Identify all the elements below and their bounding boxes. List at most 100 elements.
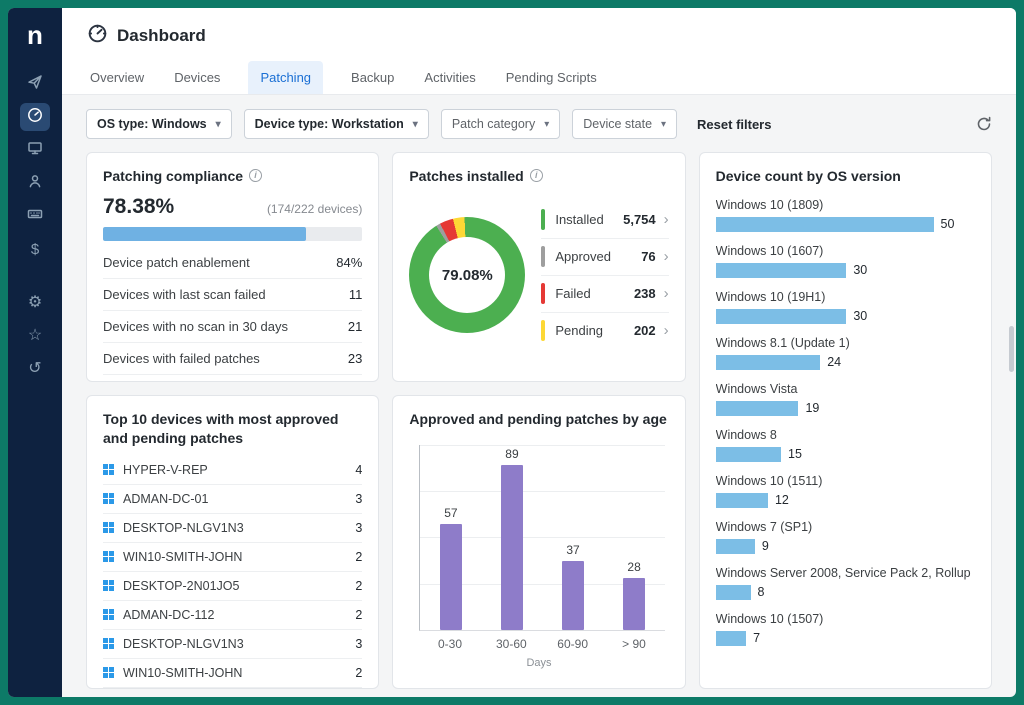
device-row[interactable]: ADMAN-DC-112 2: [103, 601, 362, 630]
os-bar-item[interactable]: Windows 8 15: [716, 428, 975, 462]
vertical-scrollbar[interactable]: [1009, 326, 1014, 372]
os-bar-item[interactable]: Windows 10 (1507) 7: [716, 612, 975, 646]
legend-color-mark: [541, 283, 545, 304]
os-bar-label: Windows 8.1 (Update 1): [716, 336, 975, 350]
legend-label: Installed: [555, 212, 603, 227]
os-bar-value: 24: [827, 355, 841, 369]
card-patching-compliance: Patching compliance i 78.38% (174/222 de…: [86, 152, 379, 382]
card-patches-by-age: Approved and pending patches by age 57: [392, 395, 685, 689]
card-os-version-count: Device count by OS version Windows 10 (1…: [699, 152, 992, 689]
os-bar-label: Windows 7 (SP1): [716, 520, 975, 534]
reset-filters-button[interactable]: Reset filters: [697, 117, 771, 132]
bar-value-label: 37: [566, 543, 579, 557]
os-bar-label: Windows 10 (1511): [716, 474, 975, 488]
windows-logo-icon: [103, 464, 114, 475]
legend-label: Failed: [555, 286, 590, 301]
os-bar: [716, 401, 799, 416]
sidebar-item-dashboard[interactable]: [20, 103, 50, 131]
device-row[interactable]: DESKTOP-2N01JO5 2: [103, 572, 362, 601]
os-bar-label: Windows 10 (19H1): [716, 290, 975, 304]
legend-label: Pending: [555, 323, 603, 338]
tab-overview[interactable]: Overview: [88, 61, 146, 94]
sidebar-item-favorites[interactable]: ☆: [20, 321, 50, 349]
os-bar-item[interactable]: Windows 10 (1607) 30: [716, 244, 975, 278]
filter-os-type[interactable]: OS type: Windows ▾: [86, 109, 232, 139]
card-title: Approved and pending patches by age: [409, 410, 666, 429]
device-row[interactable]: DESKTOP-NLGV1N3 3: [103, 514, 362, 543]
tab-activities[interactable]: Activities: [422, 61, 477, 94]
os-bar-item[interactable]: Windows 7 (SP1) 9: [716, 520, 975, 554]
device-patch-count: 2: [355, 608, 362, 622]
sidebar-item-settings[interactable]: ⚙: [20, 288, 50, 316]
stat-value: 84%: [336, 255, 362, 270]
sidebar-item-billing[interactable]: $: [20, 235, 50, 263]
device-name: ADMAN-DC-112: [123, 608, 214, 622]
tab-patching[interactable]: Patching: [248, 61, 323, 94]
page-header: Dashboard Overview Devices Patching Back…: [62, 8, 1016, 95]
compliance-percent: 78.38%: [103, 195, 174, 219]
os-bar-chart: Windows 10 (1809) 50 Windows 10 (1607) 3…: [716, 198, 975, 646]
patches-donut: 79.08%: [409, 217, 525, 333]
os-bar: [716, 447, 781, 462]
info-icon[interactable]: i: [530, 169, 543, 182]
os-bar-item[interactable]: Windows 10 (1809) 50: [716, 198, 975, 232]
legend-row-approved[interactable]: Approved 76 ›: [541, 239, 668, 276]
info-icon[interactable]: i: [249, 169, 262, 182]
legend-row-installed[interactable]: Installed 5,754 ›: [541, 202, 668, 239]
brand-logo[interactable]: n: [27, 22, 43, 48]
sidebar-item-devices[interactable]: [20, 136, 50, 164]
filter-device-state[interactable]: Device state ▾: [572, 109, 677, 139]
os-bar-item[interactable]: Windows 10 (1511) 12: [716, 474, 975, 508]
card-title: Top 10 devices with most approved and pe…: [103, 410, 362, 448]
tab-devices[interactable]: Devices: [172, 61, 222, 94]
dashboard-grid: Patching compliance i 78.38% (174/222 de…: [62, 152, 1016, 697]
os-bar-item[interactable]: Windows Server 2008, Service Pack 2, Rol…: [716, 566, 975, 600]
filter-device-type[interactable]: Device type: Workstation ▾: [244, 109, 429, 139]
os-bar-label: Windows 10 (1607): [716, 244, 975, 258]
device-row[interactable]: HYPER-V-REP 4: [103, 456, 362, 485]
windows-logo-icon: [103, 522, 114, 533]
os-bar-label: Windows Server 2008, Service Pack 2, Rol…: [716, 566, 975, 580]
dashboard-gauge-icon: [88, 24, 107, 48]
filter-patch-category[interactable]: Patch category ▾: [441, 109, 560, 139]
legend-row-pending[interactable]: Pending 202 ›: [541, 313, 668, 349]
tab-pending-scripts[interactable]: Pending Scripts: [504, 61, 599, 94]
x-tick-label: > 90: [603, 637, 664, 651]
chevron-right-icon: ›: [664, 212, 669, 227]
os-bar-item[interactable]: Windows 8.1 (Update 1) 24: [716, 336, 975, 370]
windows-logo-icon: [103, 493, 114, 504]
device-row[interactable]: ADMAN-DC-01 3: [103, 485, 362, 514]
card-title: Patching compliance: [103, 167, 243, 186]
windows-logo-icon: [103, 638, 114, 649]
os-bar-value: 50: [941, 217, 955, 231]
bar-value-label: 57: [444, 506, 457, 520]
legend-row-failed[interactable]: Failed 238 ›: [541, 276, 668, 313]
chevron-down-icon: ▾: [661, 119, 666, 130]
os-bar-value: 7: [753, 631, 760, 645]
sidebar-item-systems[interactable]: [20, 202, 50, 230]
sidebar-item-history[interactable]: ↺: [20, 354, 50, 382]
device-row[interactable]: WIN10-SMITH-JOHN 2: [103, 659, 362, 688]
sidebar-item-deploy[interactable]: [20, 70, 50, 98]
os-bar-label: Windows 10 (1809): [716, 198, 975, 212]
filter-device-type-label: Device type: Workstation: [255, 117, 404, 131]
legend-value: 238: [634, 286, 656, 301]
os-bar-item[interactable]: Windows 10 (19H1) 30: [716, 290, 975, 324]
bar-value-label: 89: [505, 447, 518, 461]
os-bar-item[interactable]: Windows Vista 19: [716, 382, 975, 416]
device-name: ADMAN-DC-01: [123, 492, 208, 506]
os-bar-value: 12: [775, 493, 789, 507]
refresh-icon[interactable]: [976, 116, 992, 132]
legend-color-mark: [541, 320, 545, 341]
os-bar: [716, 631, 746, 646]
filter-bar: OS type: Windows ▾ Device type: Workstat…: [62, 95, 1016, 152]
device-row[interactable]: DESKTOP-NLGV1N3 3: [103, 630, 362, 659]
x-tick-label: 0-30: [419, 637, 480, 651]
sidebar-item-users[interactable]: [20, 169, 50, 197]
device-row[interactable]: WIN10-SMITH-JOHN 2: [103, 543, 362, 572]
os-bar-value: 30: [853, 263, 867, 277]
chevron-right-icon: ›: [664, 286, 669, 301]
tab-backup[interactable]: Backup: [349, 61, 396, 94]
gauge-icon: [27, 107, 43, 127]
age-bar: [623, 578, 645, 630]
